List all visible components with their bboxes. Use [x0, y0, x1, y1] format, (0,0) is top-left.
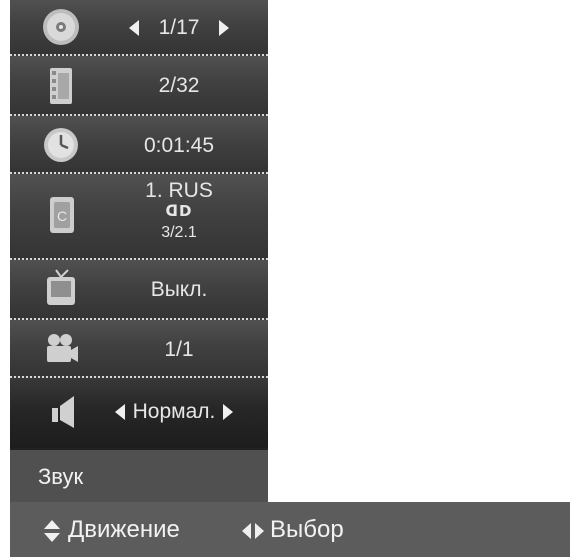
arrow-left-icon[interactable] [128, 20, 139, 37]
disc-icon [43, 9, 79, 45]
dolby-digital-badge: ᗡD [165, 202, 193, 220]
angle-value: 1/1 [164, 338, 194, 361]
select-hint-label: Выбор [270, 516, 344, 543]
chapter-value: 2/32 [158, 74, 200, 97]
menu-row-audio[interactable]: C 1. RUS ᗡD 3/2.1 [10, 174, 268, 260]
menu-row-subtitle[interactable]: Выкл. [10, 260, 268, 320]
move-hint: Движение [44, 516, 180, 544]
subtitle-value: Выкл. [150, 278, 208, 301]
speaker-icon [52, 396, 74, 428]
selected-item-label-bar: Звук [10, 448, 268, 502]
arrow-right-icon[interactable] [223, 404, 234, 421]
tv-subtitle-icon [47, 269, 75, 305]
arrow-left-icon[interactable] [114, 404, 125, 421]
hint-footer: Движение Выбор [10, 502, 570, 557]
menu-row-title[interactable]: 1/17 [10, 0, 268, 56]
up-down-arrows-icon [44, 519, 60, 542]
sound-mode-selector[interactable]: Нормал. [90, 400, 258, 424]
time-value: 0:01:45 [143, 134, 215, 157]
title-value: 1/17 [158, 16, 200, 39]
menu-row-angle[interactable]: 1/1 [10, 320, 268, 378]
audio-language-value: 1. RUS [145, 179, 213, 202]
sound-mode-value: Нормал. [132, 400, 216, 423]
film-icon [50, 68, 72, 104]
clock-icon [44, 128, 78, 162]
menu-row-sound[interactable]: Нормал. [10, 378, 268, 448]
camera-angle-icon [47, 334, 78, 362]
menu-row-chapter[interactable]: 2/32 [10, 56, 268, 116]
move-hint-label: Движение [68, 516, 180, 543]
arrow-right-icon[interactable] [219, 20, 230, 37]
audio-language-icon: C [50, 197, 74, 233]
title-selector[interactable]: 1/17 [100, 16, 258, 40]
audio-info: 1. RUS ᗡD 3/2.1 [100, 180, 258, 243]
selected-item-label: Звук [38, 464, 84, 489]
left-right-arrows-icon [242, 522, 264, 540]
osd-menu-panel: 1/17 2/32 0:01:45 C 1. RUS ᗡD 3/2.1 Выкл… [10, 0, 268, 448]
audio-channels-value: 3/2.1 [161, 224, 197, 241]
menu-row-time[interactable]: 0:01:45 [10, 116, 268, 174]
select-hint: Выбор [242, 516, 344, 544]
svg-text:C: C [57, 208, 67, 224]
